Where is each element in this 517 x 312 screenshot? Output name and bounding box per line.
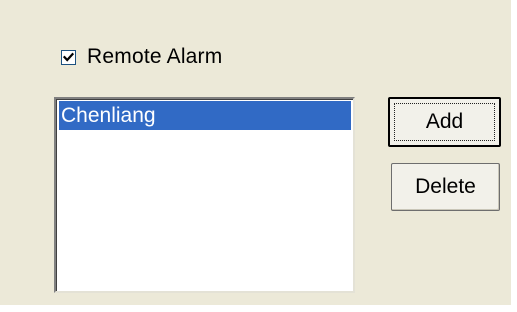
- add-button[interactable]: Add: [388, 97, 501, 147]
- remote-alarm-label: Remote Alarm: [87, 45, 223, 68]
- delete-button[interactable]: Delete: [391, 163, 500, 211]
- add-button-label: Add: [425, 110, 464, 133]
- checkmark-icon: [62, 52, 75, 62]
- list-item[interactable]: Chenliang: [59, 101, 351, 130]
- dialog-edge-bottom: [0, 305, 517, 312]
- recipient-listbox[interactable]: Chenliang: [54, 97, 355, 293]
- dialog-edge-right: [511, 0, 517, 312]
- remote-alarm-checkbox-row[interactable]: Remote Alarm: [61, 42, 222, 72]
- dialog-panel: Remote Alarm Chenliang Add Delete: [0, 0, 517, 312]
- remote-alarm-checkbox[interactable]: [61, 49, 76, 65]
